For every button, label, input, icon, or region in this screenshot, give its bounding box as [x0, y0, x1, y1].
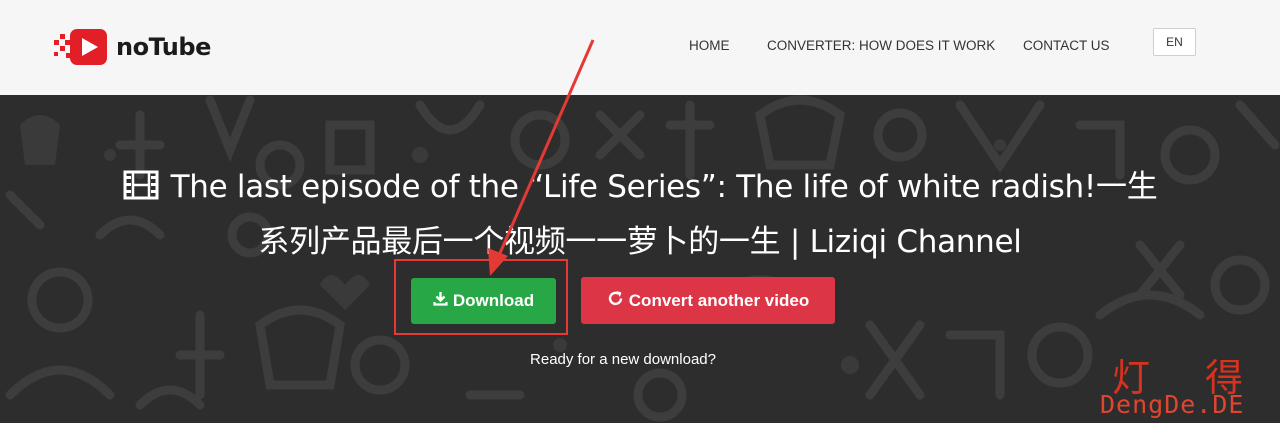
hero-section: The last episode of the “Life Series”: T…	[0, 95, 1280, 423]
title-text-1: The last episode of the “Life Series”: T…	[170, 169, 1158, 205]
video-title-line2: 系列产品最后一个视频一一萝卜的一生 | Liziqi Channel	[258, 224, 1022, 260]
download-icon	[433, 291, 448, 311]
download-label: Download	[452, 291, 535, 310]
refresh-icon	[607, 290, 624, 312]
top-header: noTube HOME CONVERTER: HOW DOES IT WORK …	[0, 0, 1280, 95]
ready-text: Ready for a new download?	[530, 351, 716, 368]
convert-another-button[interactable]: Convert another video	[581, 277, 835, 324]
language-selector[interactable]: EN	[1153, 28, 1196, 56]
nav-how-it-works[interactable]: CONVERTER: HOW DOES IT WORK	[767, 38, 995, 53]
film-icon	[123, 170, 159, 208]
nav-contact[interactable]: CONTACT US	[1023, 38, 1110, 53]
brand-name: noTube	[116, 33, 211, 61]
notube-logo[interactable]: noTube	[52, 27, 211, 67]
download-button[interactable]: Download	[411, 278, 556, 324]
convert-label: Convert another video	[628, 290, 810, 310]
notube-logo-icon	[52, 27, 112, 67]
nav-home[interactable]: HOME	[689, 38, 730, 53]
video-title-line1: The last episode of the “Life Series”: T…	[0, 161, 1280, 208]
watermark-en: DengDe.DE	[1100, 390, 1245, 419]
